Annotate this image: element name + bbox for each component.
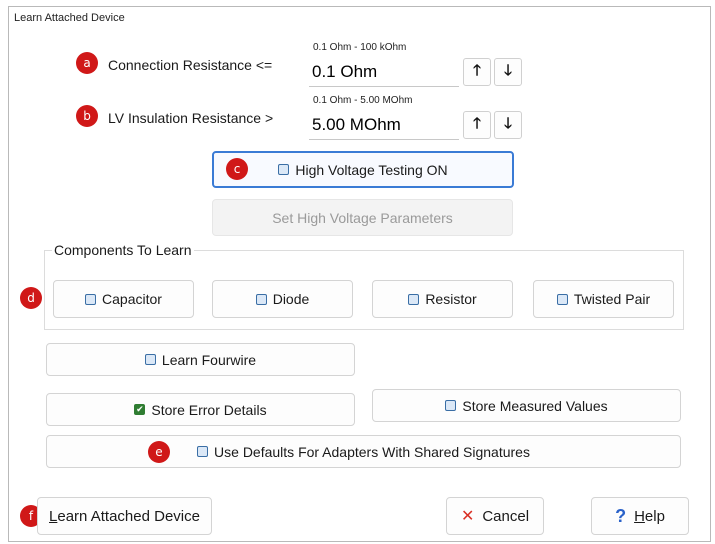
- annotation-badge-d: d: [20, 287, 42, 309]
- window-title: Learn Attached Device: [14, 12, 125, 24]
- resistor-checkbox[interactable]: Resistor: [372, 280, 513, 318]
- set-high-voltage-parameters-button[interactable]: Set High Voltage Parameters: [212, 199, 513, 236]
- arrow-down-icon: 🡓: [504, 114, 512, 132]
- checkbox-icon: [197, 446, 209, 457]
- high-voltage-testing-toggle[interactable]: High Voltage Testing ON: [212, 151, 514, 188]
- learn-fourwire-checkbox[interactable]: Learn Fourwire: [46, 343, 355, 376]
- diode-checkbox[interactable]: Diode: [212, 280, 353, 318]
- checkbox-checked-icon: ✔: [134, 404, 146, 415]
- capacitor-checkbox[interactable]: Capacitor: [53, 280, 194, 318]
- help-button[interactable]: ? Help: [591, 497, 689, 535]
- checkbox-icon: [408, 293, 420, 305]
- checkbox-icon: [556, 293, 568, 305]
- cancel-button[interactable]: ✕ Cancel: [446, 497, 544, 535]
- connection-resistance-down-button[interactable]: 🡓: [494, 58, 522, 86]
- checkbox-icon: [144, 354, 156, 365]
- twisted-pair-checkbox[interactable]: Twisted Pair: [533, 280, 674, 318]
- lv-insulation-label: LV Insulation Resistance >: [108, 110, 274, 126]
- connection-resistance-label: Connection Resistance <=: [108, 57, 273, 73]
- twisted-pair-label: Twisted Pair: [573, 291, 651, 307]
- annotation-badge-b: b: [76, 105, 98, 127]
- connection-resistance-range: 0.1 Ohm - 100 kOhm: [313, 42, 407, 53]
- lv-insulation-input[interactable]: 5.00 MOhm: [309, 110, 459, 140]
- learn-attached-device-button[interactable]: Learn Attached Device: [37, 497, 212, 535]
- store-measured-values-checkbox[interactable]: Store Measured Values: [372, 389, 681, 422]
- store-error-details-checkbox[interactable]: ✔ Store Error Details: [46, 393, 355, 426]
- lv-insulation-down-button[interactable]: 🡓: [494, 111, 522, 139]
- checkbox-icon: [85, 293, 97, 305]
- checkbox-icon: [255, 293, 267, 305]
- store-measured-values-label: Store Measured Values: [462, 397, 608, 414]
- annotation-badge-a: a: [76, 52, 98, 74]
- question-mark-icon: ?: [615, 505, 627, 526]
- high-voltage-testing-label: High Voltage Testing ON: [295, 161, 448, 178]
- store-error-details-label: Store Error Details: [151, 401, 267, 418]
- annotation-badge-e: e: [148, 441, 170, 463]
- use-defaults-label: Use Defaults For Adapters With Shared Si…: [214, 443, 530, 460]
- arrow-up-icon: 🡑: [473, 61, 481, 79]
- use-defaults-shared-signatures-checkbox[interactable]: Use Defaults For Adapters With Shared Si…: [46, 435, 681, 468]
- capacitor-label: Capacitor: [102, 291, 162, 307]
- learn-fourwire-label: Learn Fourwire: [161, 351, 257, 368]
- resistor-label: Resistor: [425, 291, 477, 307]
- components-group-title: Components To Learn: [52, 242, 194, 258]
- diode-label: Diode: [272, 291, 310, 307]
- close-icon: ✕: [460, 508, 475, 525]
- arrow-down-icon: 🡓: [504, 61, 512, 79]
- connection-resistance-input[interactable]: 0.1 Ohm: [309, 57, 459, 87]
- checkbox-icon: [278, 164, 290, 175]
- cancel-label: Cancel: [482, 507, 530, 525]
- checkbox-icon: [445, 400, 457, 411]
- lv-insulation-up-button[interactable]: 🡑: [463, 111, 491, 139]
- learn-attached-device-label: Learn Attached Device: [49, 507, 200, 525]
- annotation-badge-c: c: [226, 158, 248, 180]
- lv-insulation-range: 0.1 Ohm - 5.00 MOhm: [313, 95, 413, 106]
- help-label: Help: [634, 507, 665, 525]
- arrow-up-icon: 🡑: [473, 114, 481, 132]
- connection-resistance-up-button[interactable]: 🡑: [463, 58, 491, 86]
